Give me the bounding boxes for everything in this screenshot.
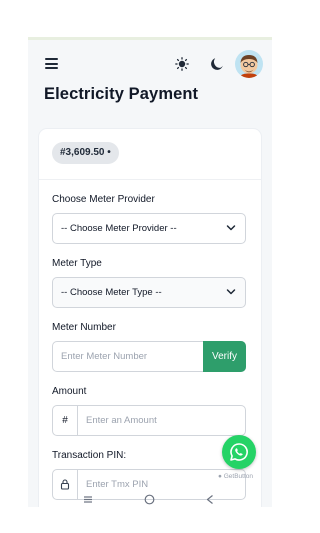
verify-button[interactable]: Verify <box>203 341 246 372</box>
chevron-down-icon <box>226 225 236 231</box>
whatsapp-button[interactable] <box>222 435 256 469</box>
meter-provider-select[interactable]: -- Choose Meter Provider -- <box>52 213 246 244</box>
android-nav-bar <box>28 492 272 507</box>
app-screen: Electricity Payment #3,609.50 • Choose M… <box>28 37 272 507</box>
amount-label: Amount <box>52 386 87 397</box>
back-icon[interactable] <box>205 494 215 505</box>
meter-type-select[interactable]: -- Choose Meter Type -- <box>52 277 246 308</box>
wallet-balance-badge: #3,609.50 • <box>52 142 119 164</box>
whatsapp-icon <box>230 443 248 461</box>
recent-apps-icon[interactable] <box>83 494 93 504</box>
meter-type-value: -- Choose Meter Type -- <box>61 287 162 298</box>
moon-icon[interactable] <box>209 56 225 72</box>
meter-provider-label: Choose Meter Provider <box>52 194 155 205</box>
meter-provider-value: -- Choose Meter Provider -- <box>61 223 177 234</box>
getbutton-credit[interactable]: ● GetButton <box>218 473 253 480</box>
getbutton-text: GetButton <box>223 473 254 480</box>
page-title: Electricity Payment <box>44 85 199 103</box>
hamburger-menu-icon[interactable] <box>45 58 58 69</box>
amount-input[interactable]: # Enter an Amount <box>52 405 246 436</box>
meter-number-placeholder: Enter Meter Number <box>61 351 148 362</box>
meter-type-label: Meter Type <box>52 258 102 269</box>
lock-icon <box>60 479 70 490</box>
meter-number-input[interactable]: Enter Meter Number Verify <box>52 341 246 372</box>
top-accent-line <box>28 37 272 40</box>
card-divider <box>39 179 261 180</box>
currency-prefix: # <box>53 406 78 435</box>
chevron-down-icon <box>226 289 236 295</box>
user-avatar-icon[interactable] <box>235 50 263 78</box>
pin-label: Transaction PIN: <box>52 450 127 461</box>
sun-icon[interactable] <box>175 57 189 71</box>
meter-number-label: Meter Number <box>52 322 116 333</box>
home-icon[interactable] <box>144 494 155 505</box>
app-header <box>28 49 272 79</box>
amount-placeholder: Enter an Amount <box>86 415 157 426</box>
